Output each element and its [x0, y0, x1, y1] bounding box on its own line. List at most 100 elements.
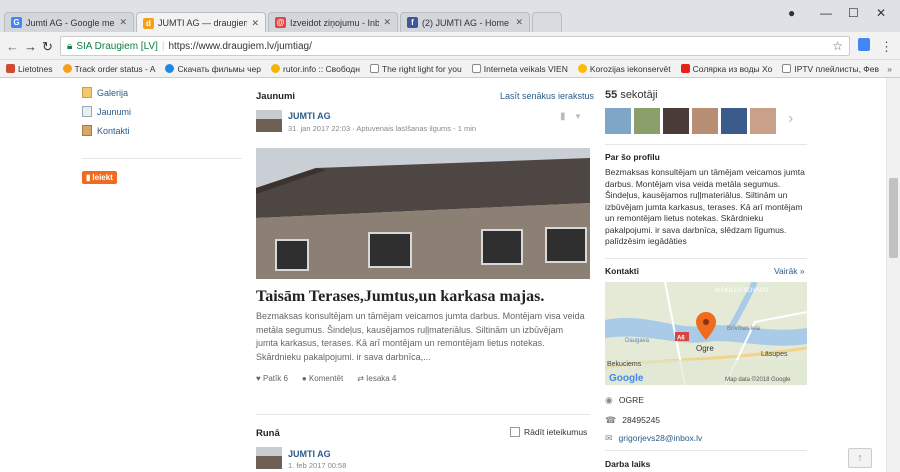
login-button[interactable]: ▮ Ieiekt: [82, 171, 117, 184]
tab-facebook[interactable]: f (2) JUMTI AG - Home ✕: [400, 12, 530, 32]
svg-text:IKŠĶILES NOVADS: IKŠĶILES NOVADS: [715, 287, 768, 294]
location-map[interactable]: A6 Ogre IKŠĶILES NOVADS Bekuciems Lāsupe…: [605, 282, 807, 385]
maximize-icon[interactable]: ☐: [848, 6, 859, 20]
avatar[interactable]: [750, 108, 776, 134]
avatar[interactable]: [663, 108, 689, 134]
chevron-right-icon[interactable]: ›: [788, 110, 793, 128]
close-icon[interactable]: ✕: [515, 17, 523, 28]
chevron-down-icon[interactable]: ▼: [574, 112, 582, 121]
bookmark-item[interactable]: rutor.info :: Свободн: [271, 64, 360, 74]
facebook-favicon-icon: f: [407, 17, 418, 28]
scrollbar[interactable]: [886, 78, 900, 472]
followers-heading[interactable]: 55 sekotāji: [605, 89, 658, 101]
post-actions: ♥ Patīk 6 ● Komentēt ⇄ Iesaka 4: [256, 374, 396, 383]
comment-button[interactable]: ● Komentēt: [302, 374, 343, 383]
scrollbar-thumb[interactable]: [889, 178, 898, 258]
location-pin-icon: ◉: [605, 395, 613, 406]
svg-text:Ogre: Ogre: [696, 344, 714, 353]
page-icon: [471, 64, 481, 73]
page-icon: [782, 64, 792, 73]
followers-avatars: [605, 108, 776, 134]
section-title: Jaunumi: [256, 91, 296, 102]
bookmark-item[interactable]: Скачать фильмы чер: [165, 64, 261, 74]
divider: [605, 450, 807, 451]
like-button[interactable]: ♥ Patīk 6: [256, 374, 288, 383]
extension-icon[interactable]: [858, 38, 870, 51]
news-icon: [82, 106, 92, 117]
phone-row: ☎ 28495245: [605, 415, 661, 426]
bookmark-item[interactable]: Track order status - A: [62, 64, 155, 74]
nav-item-jaunumi[interactable]: Jaunumi: [82, 106, 131, 117]
tab-draugiem[interactable]: d JUMTI AG — draugiem.lv ✕: [136, 12, 266, 33]
divider: [82, 158, 242, 159]
forward-icon[interactable]: →: [24, 39, 37, 54]
tab-google[interactable]: G Jumti AG - Google meklē ✕: [4, 12, 134, 32]
email-row: ✉ grigorjevs28@inbox.lv: [605, 433, 702, 445]
close-icon[interactable]: ✕: [119, 17, 127, 28]
tab-inbox[interactable]: @ Izveidot ziņojumu - Inbo ✕: [268, 12, 398, 32]
site-identity: SIA Draugiem [LV]: [76, 40, 158, 52]
nav-item-kontakti[interactable]: Kontakti: [82, 125, 130, 136]
tab-title: Izveidot ziņojumu - Inbo: [290, 17, 380, 28]
window-close-icon[interactable]: ✕: [876, 6, 886, 20]
tab-title: (2) JUMTI AG - Home: [422, 17, 510, 28]
inbox-favicon-icon: @: [275, 17, 286, 28]
older-posts-link[interactable]: Lasīt senākus ierakstus: [500, 91, 594, 101]
minimize-icon[interactable]: —: [820, 6, 832, 20]
google-favicon-icon: G: [11, 17, 22, 28]
scroll-top-button[interactable]: ↑: [848, 448, 872, 468]
post-title[interactable]: Taisām Terases,Jumtus,un karkasa majas.: [256, 288, 544, 306]
svg-text:Bekuciems: Bekuciems: [607, 361, 642, 368]
svg-text:Map data ©2018 Google: Map data ©2018 Google: [725, 376, 791, 383]
post-image[interactable]: [256, 148, 590, 279]
url-text: https://www.draugiem.lv/jumtiag/: [168, 40, 312, 52]
page-icon: [369, 64, 379, 73]
bookmark-favicon-icon: [62, 64, 72, 73]
bookmark-favicon-icon: [271, 64, 281, 73]
lock-icon: 🔒︎: [67, 40, 73, 52]
close-icon[interactable]: ✕: [251, 18, 259, 29]
about-block: Bezmaksas konsultējam un tāmējam veicamo…: [605, 167, 805, 248]
bookmark-icon[interactable]: ▮: [560, 111, 566, 122]
tab-strip: G Jumti AG - Google meklē ✕ d JUMTI AG —…: [0, 0, 900, 33]
tab-title: JUMTI AG — draugiem.lv: [158, 18, 247, 28]
post-author[interactable]: JUMTI AG: [288, 449, 331, 459]
show-comments-toggle[interactable]: Rādīt ieteikumus: [510, 427, 587, 437]
comment-icon: ●: [301, 374, 309, 383]
more-link[interactable]: Vairāk »: [774, 266, 805, 276]
share-button[interactable]: ⇄ Iesaka 4: [357, 374, 396, 383]
tab-title: Jumti AG - Google meklē: [26, 17, 115, 28]
avatar[interactable]: [692, 108, 718, 134]
back-icon[interactable]: ←: [6, 39, 19, 54]
author-avatar[interactable]: [256, 447, 282, 469]
gallery-icon: [82, 87, 92, 98]
svg-text:Google: Google: [609, 373, 644, 384]
address-input[interactable]: 🔒︎ SIA Draugiem [LV] | https://www.draug…: [60, 36, 850, 56]
svg-text:A6: A6: [677, 336, 685, 342]
bookmark-item[interactable]: Солярка из воды Хо: [680, 64, 772, 74]
close-icon[interactable]: ✕: [383, 17, 391, 28]
profile-icon[interactable]: ●: [788, 6, 795, 20]
post-author[interactable]: JUMTI AG: [288, 111, 331, 121]
new-tab-button[interactable]: [532, 12, 562, 32]
star-icon[interactable]: ☆: [832, 39, 843, 53]
bookmark-item[interactable]: Korozijas iekonservēt: [577, 64, 671, 74]
checkbox[interactable]: [510, 427, 520, 437]
menu-icon[interactable]: ⋮: [880, 39, 893, 55]
youtube-icon: [680, 64, 690, 73]
post-meta: 1. feb 2017 00:58: [288, 461, 347, 470]
reload-icon[interactable]: ↻: [42, 39, 53, 55]
author-avatar[interactable]: [256, 110, 282, 132]
avatar[interactable]: [721, 108, 747, 134]
bookmark-item[interactable]: Interneta veikals VIEN: [471, 64, 568, 74]
more-bookmarks-icon[interactable]: »: [887, 64, 892, 74]
page-content: Galerija Jaunumi Kontakti ▮ Ieiekt Jaunum…: [0, 78, 886, 472]
nav-item-galerija[interactable]: Galerija: [82, 87, 128, 98]
avatar[interactable]: [605, 108, 631, 134]
about-text: Bezmaksas konsultējam un tāmējam veicamo…: [605, 167, 805, 246]
bookmark-item[interactable]: IPTV плейлисты, Фев: [782, 64, 879, 74]
avatar[interactable]: [634, 108, 660, 134]
bookmark-item[interactable]: Lietotnes: [6, 64, 53, 74]
bookmark-item[interactable]: The right light for you: [369, 64, 462, 74]
email-link[interactable]: grigorjevs28@inbox.lv: [619, 433, 703, 445]
